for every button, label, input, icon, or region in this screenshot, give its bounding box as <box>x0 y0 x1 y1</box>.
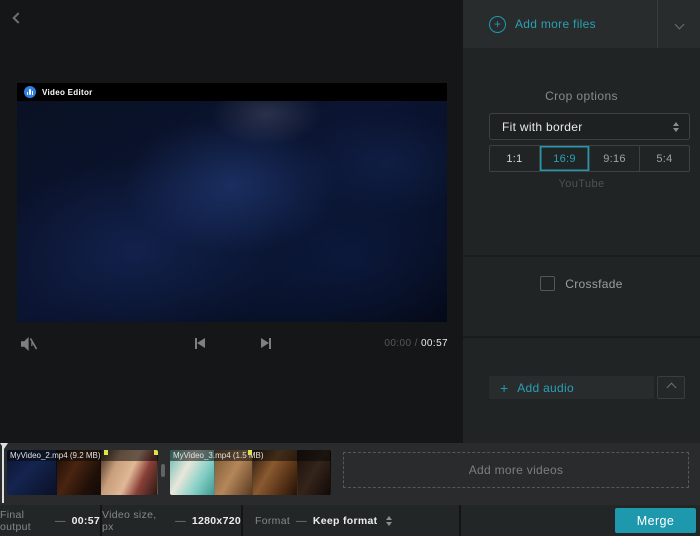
final-output-cell: Final output — 00:57 <box>0 505 100 536</box>
time-display: 00:00 / 00:57 <box>384 338 448 349</box>
video-size-cell: Video size, px — 1280x720 <box>102 505 241 536</box>
add-more-files-bar[interactable]: + Add more files <box>463 0 700 48</box>
trim-marker[interactable] <box>248 450 252 455</box>
chevron-down-icon <box>674 19 684 29</box>
chevron-left-icon <box>12 12 23 23</box>
clip-1-filename: MyVideo_2.mp4 (9.2 MB) <box>7 450 158 461</box>
section-divider <box>463 336 700 338</box>
muted-speaker-icon <box>20 336 38 352</box>
video-canvas[interactable] <box>17 101 447 322</box>
video-size-value: 1280x720 <box>192 515 241 527</box>
clip-gap-handle[interactable] <box>161 464 165 477</box>
timeline: MyVideo_2.mp4 (9.2 MB) MyVideo_3.mp4 (1.… <box>0 443 700 505</box>
crop-mode-select[interactable]: Fit with border <box>489 113 690 140</box>
add-audio-button[interactable]: + Add audio <box>489 376 654 399</box>
video-preview: Video Editor <box>17 83 447 322</box>
section-divider <box>463 255 700 257</box>
ratio-5-4-button[interactable]: 5:4 <box>640 146 689 171</box>
plus-icon: + <box>500 381 508 395</box>
back-button[interactable] <box>14 9 30 25</box>
ratio-16-9-button[interactable]: 16:9 <box>540 146 590 171</box>
merge-button[interactable]: Merge <box>615 508 696 533</box>
collapse-audio-button[interactable] <box>657 376 685 399</box>
final-output-label: Final output <box>0 509 49 533</box>
aspect-ratio-group: 1:1 16:9 9:16 5:4 <box>489 145 690 172</box>
crossfade-label: Crossfade <box>565 277 622 291</box>
add-more-videos-label: Add more videos <box>469 463 564 477</box>
mute-button[interactable] <box>20 336 38 352</box>
crossfade-row: Crossfade <box>463 276 700 291</box>
trim-marker[interactable] <box>104 450 108 455</box>
skip-next-button[interactable] <box>261 338 271 349</box>
transport-controls <box>195 334 271 352</box>
add-audio-label: Add audio <box>517 381 574 395</box>
video-editor-logo-icon <box>24 86 36 98</box>
format-label: Format <box>255 515 290 527</box>
time-total: 00:57 <box>421 338 448 349</box>
editor-pane: Video Editor 00:00 / 00:57 <box>0 0 463 443</box>
ratio-preset-label: YouTube <box>463 178 700 190</box>
crop-options-title: Crop options <box>463 89 700 103</box>
video-editor-badge: Video Editor <box>42 88 93 97</box>
crossfade-checkbox[interactable] <box>540 276 555 291</box>
chevron-up-icon <box>666 383 676 393</box>
merge-cell: Merge <box>461 505 700 536</box>
options-sidebar: + Add more files Crop options Fit with b… <box>463 0 700 443</box>
select-stepper-icon <box>673 122 679 132</box>
playhead[interactable] <box>2 444 4 503</box>
format-select-stepper-icon[interactable] <box>386 516 392 526</box>
add-more-files-label: Add more files <box>515 17 596 31</box>
crop-mode-value: Fit with border <box>502 120 673 134</box>
plus-circle-icon: + <box>489 16 506 33</box>
trim-marker[interactable] <box>154 450 158 455</box>
ratio-9-16-button[interactable]: 9:16 <box>590 146 640 171</box>
collapse-files-button[interactable] <box>657 0 700 48</box>
format-cell: Format — Keep format <box>243 505 459 536</box>
timeline-clip-1[interactable]: MyVideo_2.mp4 (9.2 MB) <box>7 450 158 495</box>
skip-previous-button[interactable] <box>195 338 205 349</box>
time-current: 00:00 <box>384 338 411 349</box>
final-output-value: 00:57 <box>72 515 100 527</box>
ratio-1-1-button[interactable]: 1:1 <box>490 146 540 171</box>
video-merger-app: Video Editor 00:00 / 00:57 <box>0 0 700 536</box>
footer-bar: Final output — 00:57 Video size, px — 12… <box>0 505 700 536</box>
video-size-label: Video size, px <box>102 509 169 533</box>
format-select-value[interactable]: Keep format <box>313 515 378 527</box>
video-preview-topbar: Video Editor <box>17 83 447 101</box>
playhead-flag <box>0 443 8 449</box>
time-divider: / <box>415 338 418 349</box>
add-more-videos-dropzone[interactable]: Add more videos <box>343 452 689 488</box>
timeline-clip-2[interactable]: MyVideo_3.mp4 (1.5 MB) <box>170 450 331 495</box>
